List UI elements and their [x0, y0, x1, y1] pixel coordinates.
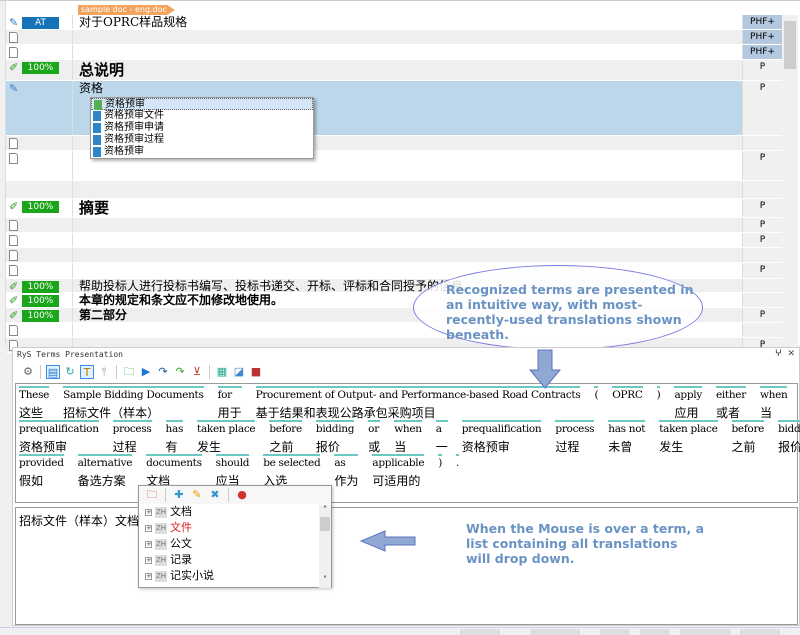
translation-text: 公文 [170, 537, 192, 550]
dropdown-list: + ZH 文档 + ZH 文件 + ZH 公文 + ZH 记录 + ZH 记实小说 [139, 504, 331, 584]
dropdown-toolbar: 🗀 ✚ ✎ ✖ ● [139, 486, 331, 504]
expand-icon[interactable]: + [145, 524, 152, 532]
status-cell [460, 629, 500, 635]
arrow-left-icon [359, 530, 416, 552]
status-cell [530, 629, 580, 635]
translation-text: 记实小说 [170, 569, 214, 582]
translation-item[interactable]: + ZH 记实小说 [139, 568, 331, 584]
status-cell [600, 629, 630, 635]
add-icon[interactable]: ✚ [172, 488, 186, 502]
language-tag: ZH [155, 554, 167, 566]
translation-text: 文档 [170, 505, 192, 518]
status-cell [640, 629, 670, 635]
status-cell [740, 629, 780, 635]
language-tag: ZH [155, 522, 167, 534]
status-cell [680, 629, 730, 635]
language-tag: ZH [155, 570, 167, 582]
expand-icon[interactable]: + [145, 556, 152, 564]
translation-item[interactable]: + ZH 文件 [139, 520, 331, 536]
translation-text: 文件 [170, 521, 192, 534]
pin-icon[interactable]: ● [235, 488, 249, 502]
remove-folder-icon[interactable]: 🗀 [145, 488, 159, 502]
callout-bottom-text: When the Mouse is over a term, a list co… [466, 521, 705, 566]
expand-icon[interactable]: + [145, 572, 152, 580]
translation-item[interactable]: + ZH 公文 [139, 536, 331, 552]
translation-text: 记录 [170, 553, 192, 566]
arrow-down-icon [528, 349, 562, 389]
expand-icon[interactable]: + [145, 540, 152, 548]
status-bar [0, 627, 800, 635]
translations-dropdown: 🗀 ✚ ✎ ✖ ● + ZH 文档 + ZH 文件 + ZH 公文 + ZH 记录 + ZH 记实小说 ˄ ˅ [138, 485, 332, 588]
delete-icon[interactable]: ✖ [208, 488, 222, 502]
language-tag: ZH [155, 506, 167, 518]
dropdown-scrollbar[interactable]: ˄ ˅ [319, 505, 331, 588]
translation-item[interactable]: + ZH 记录 [139, 552, 331, 568]
language-tag: ZH [155, 538, 167, 550]
expand-icon[interactable]: + [145, 508, 152, 516]
pencil-icon[interactable]: ✎ [190, 488, 204, 502]
translation-item[interactable]: + ZH 文档 [139, 504, 331, 520]
